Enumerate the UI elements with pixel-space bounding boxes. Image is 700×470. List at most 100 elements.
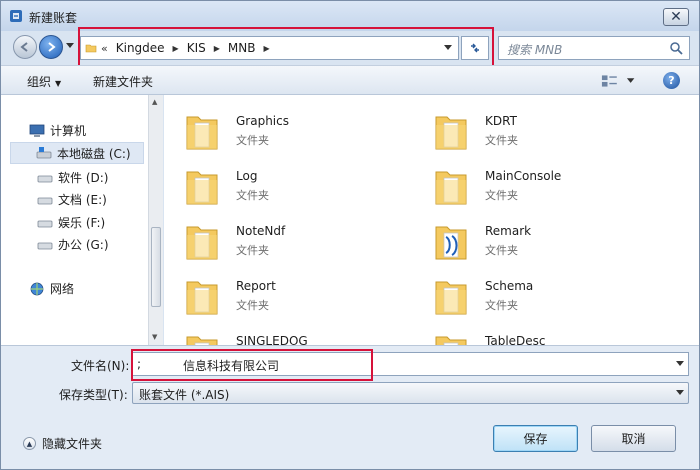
folder-icon [186, 116, 218, 150]
folder-item[interactable]: Schema 文件夹 [413, 270, 613, 320]
filetype-label: 保存类型(T): [59, 388, 128, 402]
folder-item[interactable]: Log 文件夹 [164, 160, 364, 210]
arrow-right-icon [48, 42, 56, 52]
file-name: Log [236, 169, 258, 183]
drive-icon [36, 147, 52, 159]
filename-label: 文件名(N): [71, 359, 130, 373]
network-icon [30, 282, 44, 295]
filetype-value: 账套文件 (*.AIS) [139, 388, 230, 402]
chevron-down-icon [676, 390, 684, 395]
toolbar: 组织 ▼ 新建文件夹 ? [1, 65, 699, 95]
recent-pages-dropdown-icon[interactable] [66, 43, 74, 49]
folder-item[interactable]: Remark 文件夹 [413, 215, 613, 265]
nav-drive-label: 办公 (G:) [58, 238, 109, 252]
drive-icon [37, 175, 53, 182]
nav-drive-f[interactable]: 娱乐 (F:) [37, 214, 105, 231]
nav-drive-label: 软件 (D:) [58, 171, 109, 185]
save-dialog: 新建账套 ✕ « Kingdee ▶ KIS ▶ MNB ▶ 搜索 MNB 组织… [0, 0, 700, 470]
file-type: 文件夹 [485, 244, 518, 257]
search-icon [670, 42, 683, 55]
folder-item[interactable]: Report 文件夹 [164, 270, 364, 320]
nav-computer-label: 计算机 [50, 124, 87, 138]
folder-icon [186, 281, 218, 315]
file-name: KDRT [485, 114, 517, 128]
folder-item[interactable]: NoteNdf 文件夹 [164, 215, 364, 265]
folder-icon [186, 336, 218, 345]
nav-network[interactable]: 网络 [29, 280, 74, 297]
file-type: 文件夹 [485, 134, 518, 147]
drive-icon [37, 197, 53, 204]
computer-icon [29, 124, 45, 137]
file-name: Graphics [236, 114, 289, 128]
close-icon: ✕ [670, 9, 682, 25]
file-type: 文件夹 [485, 189, 518, 202]
nav-drive-label: 文档 (E:) [58, 193, 107, 207]
folder-item[interactable]: Graphics 文件夹 [164, 105, 364, 155]
back-button[interactable] [13, 35, 37, 59]
folder-icon [435, 281, 467, 315]
folder-icon [435, 336, 467, 345]
close-button[interactable]: ✕ [663, 8, 689, 26]
chevron-down-icon: ▼ [55, 79, 62, 88]
navigation-scrollbar[interactable]: ▲ ▼ [148, 95, 163, 345]
nav-drive-d[interactable]: 软件 (D:) [37, 169, 108, 186]
navigation-pane: 计算机 本地磁盘 (C:) 软件 (D:) 文档 (E:) 娱乐 (F:) 办公… [1, 95, 148, 345]
folder-item[interactable]: TableDesc [413, 325, 613, 345]
help-icon: ? [668, 74, 675, 87]
chevron-down-icon [626, 78, 635, 83]
nav-drive-label: 娱乐 (F:) [58, 216, 106, 230]
nav-drive-g[interactable]: 办公 (G:) [37, 236, 109, 253]
help-button[interactable]: ? [663, 72, 680, 89]
window-title: 新建账套 [29, 11, 78, 25]
scroll-up-icon[interactable]: ▲ [152, 98, 157, 106]
chevron-down-icon[interactable] [676, 361, 684, 367]
save-button[interactable]: 保存 [493, 425, 578, 452]
organize-label: 组织 [27, 75, 52, 89]
chevron-up-icon: ▲ [23, 437, 36, 450]
file-name: Report [236, 279, 276, 293]
folder-icon [186, 226, 218, 260]
file-type: 文件夹 [236, 134, 269, 147]
nav-drive-c[interactable]: 本地磁盘 (C:) [10, 142, 144, 164]
forward-button[interactable] [39, 35, 63, 59]
nav-drive-label: 本地磁盘 (C:) [57, 146, 131, 161]
nav-network-label: 网络 [50, 282, 75, 296]
view-options-icon [601, 75, 617, 87]
file-list: Graphics 文件夹 KDRT 文件夹 Log 文件夹 MainConsol… [164, 95, 699, 345]
folder-item[interactable]: KDRT 文件夹 [413, 105, 613, 155]
app-icon [10, 10, 22, 22]
file-name: Remark [485, 224, 532, 238]
file-name: TableDesc [485, 334, 546, 345]
arrow-left-icon [20, 42, 28, 52]
address-highlight-annotation [78, 27, 494, 67]
file-name: NoteNdf [236, 224, 286, 238]
folder-item[interactable]: SINGLEDOG [164, 325, 364, 345]
folder-icon [435, 116, 467, 150]
filetype-select[interactable]: 账套文件 (*.AIS) [132, 382, 689, 404]
search-input[interactable]: 搜索 MNB [498, 36, 690, 60]
file-type: 文件夹 [236, 244, 269, 257]
file-name: MainConsole [485, 169, 562, 183]
change-view-button[interactable] [601, 73, 635, 89]
save-form: 文件名(N): ; 信息科技有限公司 保存类型(T): 账套文件 (*.AIS)… [1, 345, 699, 469]
folder-item[interactable]: MainConsole 文件夹 [413, 160, 613, 210]
scrollbar-thumb[interactable] [151, 227, 161, 307]
scroll-down-icon[interactable]: ▼ [152, 333, 157, 341]
organize-menu[interactable]: 组织 ▼ [27, 73, 61, 90]
file-name: SINGLEDOG [236, 334, 308, 345]
cancel-button[interactable]: 取消 [591, 425, 676, 452]
file-name: Schema [485, 279, 534, 293]
drive-icon [37, 220, 53, 227]
search-placeholder: 搜索 MNB [507, 43, 563, 57]
hide-folders-label: 隐藏文件夹 [42, 437, 103, 451]
file-type: 文件夹 [236, 299, 269, 312]
folder-icon [435, 226, 467, 260]
nav-computer[interactable]: 计算机 [29, 122, 86, 139]
hide-folders-toggle[interactable]: ▲ 隐藏文件夹 [23, 435, 102, 452]
new-folder-button[interactable]: 新建文件夹 [93, 73, 153, 90]
file-type: 文件夹 [236, 189, 269, 202]
filename-highlight-annotation [131, 349, 373, 381]
drive-icon [37, 242, 53, 249]
folder-icon [435, 171, 467, 205]
nav-drive-e[interactable]: 文档 (E:) [37, 191, 107, 208]
